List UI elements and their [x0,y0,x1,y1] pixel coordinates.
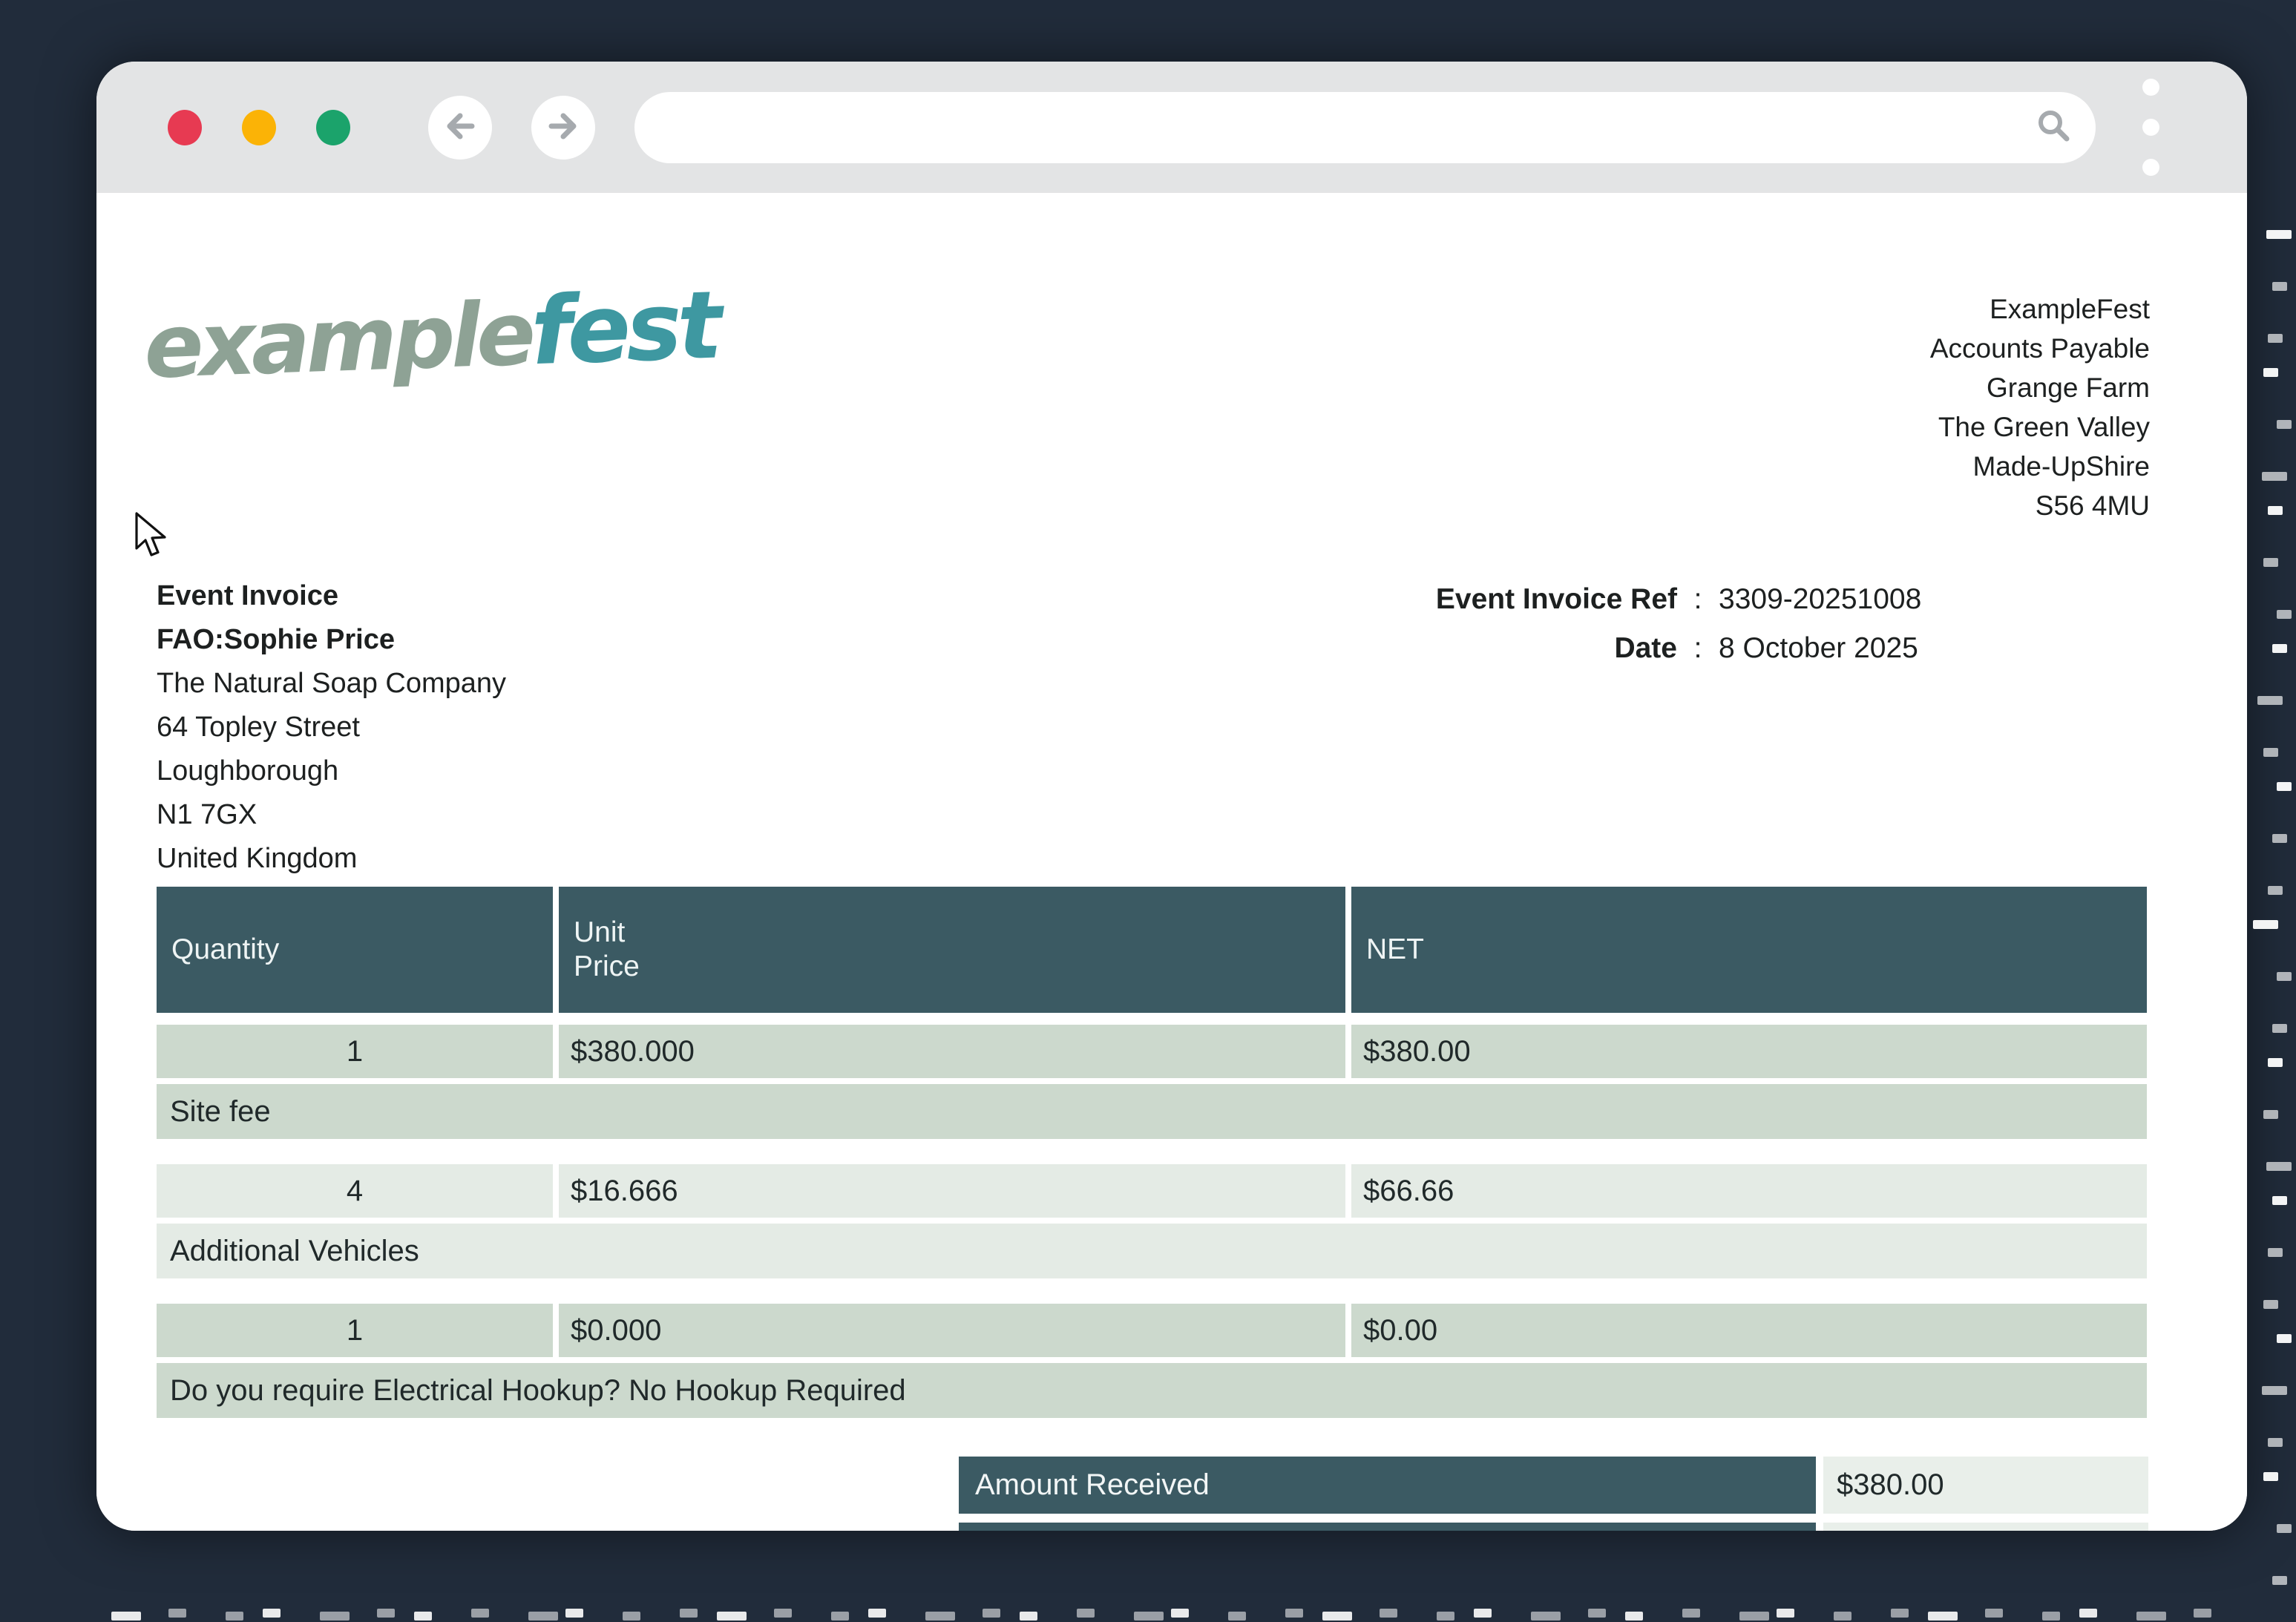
recipient-line: N1 7GX [157,793,506,837]
sender-line: ExampleFest [1930,289,2150,329]
cell-quantity: 1 [157,1304,553,1357]
arrow-right-icon [545,108,581,146]
invoice-ref-value: 3309-20251008 [1719,580,1921,619]
cell-net: $380.00 [1351,1025,2147,1078]
recipient-line: Loughborough [157,749,506,793]
amount-received-label: Amount Received [959,1457,1816,1514]
column-header-unit-price: Unit Price [559,887,1345,1013]
recipient-line: United Kingdom [157,837,506,881]
sender-line: Accounts Payable [1930,329,2150,368]
invoice-fao: FAO:Sophie Price [157,618,506,662]
row-description: Site fee [157,1084,2147,1139]
cell-unit-price: $16.666 [559,1164,1345,1218]
table-header-row: Quantity Unit Price NET [157,887,2147,1013]
row-description: Additional Vehicles [157,1224,2147,1278]
invoice-date-label: Date [1351,629,1677,668]
sender-line: S56 4MU [1930,486,2150,525]
amount-received-row: Amount Received $380.00 [959,1457,2148,1514]
browser-window: examplefest ExampleFest Accounts Payable… [96,62,2247,1531]
table-row: 1 $0.000 $0.00 [157,1304,2147,1357]
forward-button[interactable] [531,96,595,160]
minimize-button[interactable] [242,110,276,145]
arrow-left-icon [442,108,478,146]
examplefest-logo: examplefest [142,271,720,400]
cell-quantity: 4 [157,1164,553,1218]
column-header-net: NET [1351,887,2147,1013]
invoice-ref-label: Event Invoice Ref [1351,580,1677,619]
sender-line: Grange Farm [1930,368,2150,407]
invoice-meta: Event Invoice Ref : 3309-20251008 Date :… [1351,580,1921,668]
amount-received-value: $380.00 [1823,1457,2148,1514]
recipient-line: 64 Topley Street [157,706,506,749]
window-controls [168,110,350,145]
sender-line: Made-UpShire [1930,447,2150,486]
kebab-menu-icon [2142,79,2159,96]
table-row: 1 $380.000 $380.00 [157,1025,2147,1078]
back-button[interactable] [428,96,492,160]
recipient-address-block: Event Invoice FAO:Sophie Price The Natur… [157,574,506,881]
separator: : [1677,580,1719,619]
invoice-title: Event Invoice [157,574,506,618]
cell-unit-price: $0.000 [559,1304,1345,1357]
separator: : [1677,629,1719,668]
table-row: 4 $16.666 $66.66 [157,1164,2147,1218]
invoice-date-value: 8 October 2025 [1719,629,1921,668]
cell-net: $66.66 [1351,1164,2147,1218]
totals-section: Amount Received $380.00 [959,1457,2148,1531]
logo-word-primary: example [142,282,533,398]
column-header-quantity: Quantity [157,887,553,1013]
close-button[interactable] [168,110,202,145]
address-bar-input[interactable] [667,112,2033,143]
mouse-cursor [134,512,168,562]
recipient-line: The Natural Soap Company [157,662,506,706]
line-items-table: Quantity Unit Price NET 1 $380.000 $380.… [157,887,2147,1443]
screenshot-root: { "browser": { "address_bar": { "value":… [0,0,2296,1622]
cell-net: $0.00 [1351,1304,2147,1357]
search-icon[interactable] [2033,105,2073,149]
sender-line: The Green Valley [1930,407,2150,447]
zoom-button[interactable] [316,110,350,145]
browser-toolbar [96,62,2247,193]
cell-unit-price: $380.000 [559,1025,1345,1078]
browser-menu-button[interactable] [2138,74,2164,180]
invoice-document: examplefest ExampleFest Accounts Payable… [96,193,2247,1531]
next-total-row-clipped [959,1523,2148,1531]
row-description: Do you require Electrical Hookup? No Hoo… [157,1363,2147,1418]
sender-address-block: ExampleFest Accounts Payable Grange Farm… [1930,289,2150,525]
cell-quantity: 1 [157,1025,553,1078]
logo-word-accent: fest [529,271,719,387]
address-bar[interactable] [634,92,2096,163]
